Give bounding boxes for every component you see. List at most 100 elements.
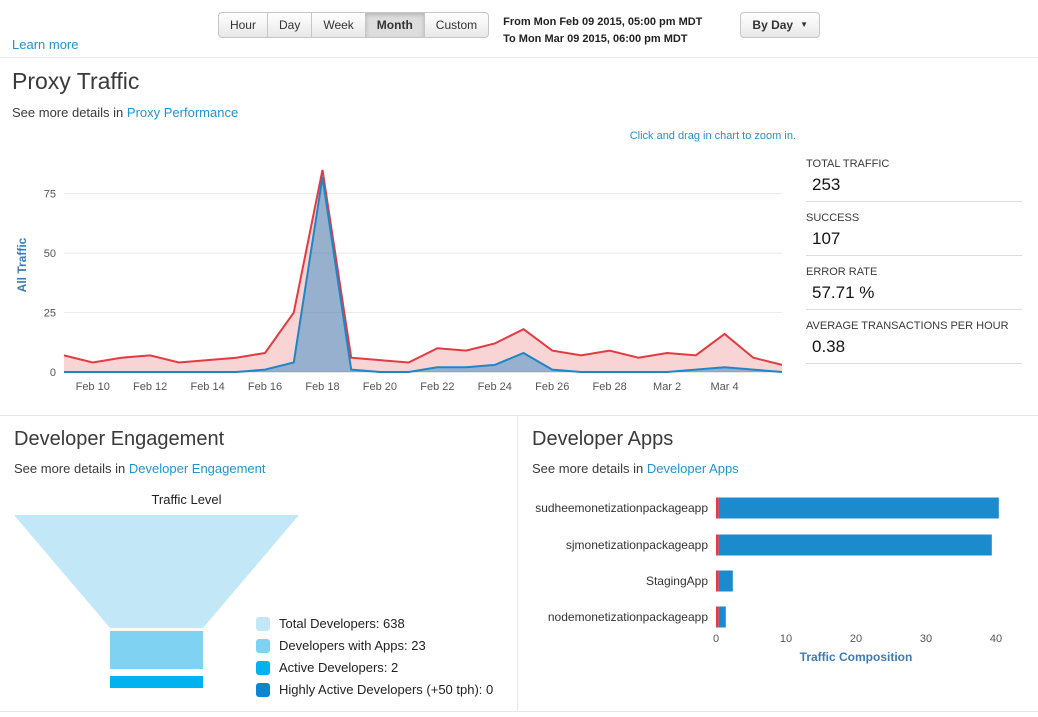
stat-label: SUCCESS: [806, 212, 1022, 224]
bar-error-segment: [716, 535, 719, 556]
range-hour-button[interactable]: Hour: [218, 12, 268, 38]
apps-bar-chart-wrap: sudheemonetizationpackageapp sjmonetizati…: [532, 490, 1024, 673]
legend-label: Total Developers: 638: [279, 616, 405, 631]
legend-swatch: [256, 661, 270, 675]
toolbar: Learn more Hour Day Week Month Custom Fr…: [0, 0, 1038, 58]
x-tick-label: Feb 22: [420, 381, 454, 393]
engagement-details-line: See more details in Developer Engagement: [14, 461, 503, 476]
legend-label: Developers with Apps: 23: [279, 638, 426, 653]
developer-apps-section: Developer Apps See more details in Devel…: [518, 416, 1038, 711]
developer-apps-link[interactable]: Developer Apps: [647, 461, 739, 476]
bar-success-segment: [719, 535, 992, 556]
stat-label: ERROR RATE: [806, 266, 1022, 278]
range-month-button[interactable]: Month: [365, 12, 425, 38]
x-tick-label: Feb 10: [76, 381, 110, 393]
y-tick-label: 25: [44, 308, 56, 320]
developer-engagement-title: Developer Engagement: [14, 428, 503, 451]
proxy-details-prefix: See more details in: [12, 105, 123, 120]
funnel-legend-item: Developers with Apps: 23: [256, 638, 493, 653]
series-area: [64, 170, 782, 372]
stat-error-rate: ERROR RATE 57.71 %: [806, 264, 1022, 310]
range-week-button[interactable]: Week: [311, 12, 365, 38]
dashboard-page: Learn more Hour Day Week Month Custom Fr…: [0, 0, 1038, 717]
bar-success-segment: [719, 571, 733, 592]
legend-swatch: [256, 683, 270, 697]
x-tick-label: Feb 14: [190, 381, 224, 393]
x-tick-label: Feb 20: [363, 381, 397, 393]
bar-error-segment: [716, 571, 719, 592]
funnel-legend: Total Developers: 638 Developers with App…: [256, 616, 493, 704]
developer-engagement-section: Developer Engagement See more details in…: [0, 416, 518, 711]
legend-swatch: [256, 617, 270, 631]
funnel-title: Traffic Level: [14, 492, 359, 507]
bar-success-segment: [719, 607, 726, 628]
range-custom-button[interactable]: Custom: [424, 12, 489, 38]
traffic-area-chart[interactable]: 0 25 50 75 Feb 10 Feb 12 Feb 14 Feb 16 Feb 18 Feb…: [12, 144, 796, 406]
date-from-text: From Mon Feb 09 2015, 05:00 pm MDT: [503, 14, 702, 31]
date-to-text: To Mon Mar 09 2015, 06:00 pm MDT: [503, 31, 702, 48]
funnel-legend-item: Highly Active Developers (+50 tph): 0: [256, 682, 493, 697]
y-tick-label: 50: [44, 248, 56, 260]
series-line: [64, 177, 782, 372]
x-tick-label: 0: [713, 633, 719, 645]
legend-label: Highly Active Developers (+50 tph): 0: [279, 682, 493, 697]
x-tick-label: Feb 24: [478, 381, 512, 393]
x-tick-label: Feb 28: [593, 381, 627, 393]
range-day-button[interactable]: Day: [267, 12, 312, 38]
funnel-legend-item: Active Developers: 2: [256, 660, 493, 675]
stat-label: AVERAGE TRANSACTIONS PER HOUR: [806, 320, 1022, 332]
funnel-segment-total: [14, 515, 299, 628]
stat-value: 253: [806, 175, 1022, 195]
x-tick-label: Feb 16: [248, 381, 282, 393]
bottom-sections: Developer Engagement See more details in…: [0, 416, 1038, 712]
x-tick-label: 30: [920, 633, 932, 645]
funnel-segment-with-apps: [110, 631, 203, 669]
apps-details-line: See more details in Developer Apps: [532, 461, 1024, 476]
x-tick-label: Feb 18: [305, 381, 339, 393]
stat-total-traffic: TOTAL TRAFFIC 253: [806, 156, 1022, 202]
group-by-dropdown[interactable]: By Day ▼: [740, 12, 820, 38]
zoom-hint-text: Click and drag in chart to zoom in.: [12, 130, 796, 142]
stat-success: SUCCESS 107: [806, 210, 1022, 256]
bar-category-label: sudheemonetizationpackageapp: [535, 501, 708, 515]
apps-bar-chart: sudheemonetizationpackageapp sjmonetizati…: [532, 490, 1024, 668]
stat-value: 57.71 %: [806, 283, 1022, 303]
developer-engagement-link[interactable]: Developer Engagement: [129, 461, 266, 476]
bar-category-label: StagingApp: [646, 574, 708, 588]
engagement-details-prefix: See more details in: [14, 461, 125, 476]
caret-down-icon: ▼: [800, 21, 808, 29]
bar-success-segment: [719, 498, 999, 519]
bar-error-segment: [716, 498, 719, 519]
y-tick-label: 0: [50, 367, 56, 379]
funnel-legend-item: Total Developers: 638: [256, 616, 493, 631]
proxy-details-line: See more details in Proxy Performance: [12, 105, 1026, 120]
legend-label: Active Developers: 2: [279, 660, 398, 675]
x-axis-title: Traffic Composition: [800, 650, 913, 664]
traffic-stats-panel: TOTAL TRAFFIC 253 SUCCESS 107 ERROR RATE…: [796, 156, 1026, 411]
proxy-performance-link[interactable]: Proxy Performance: [127, 105, 238, 120]
legend-swatch: [256, 639, 270, 653]
x-tick-label: 20: [850, 633, 862, 645]
y-axis-title: All Traffic: [15, 237, 29, 292]
traffic-chart-column: Click and drag in chart to zoom in. 0 25 5…: [12, 122, 796, 411]
developer-apps-title: Developer Apps: [532, 428, 1024, 451]
learn-more-link[interactable]: Learn more: [12, 37, 78, 52]
y-tick-label: 75: [44, 189, 56, 201]
date-range-text: From Mon Feb 09 2015, 05:00 pm MDT To Mo…: [503, 12, 702, 48]
x-tick-label: Feb 12: [133, 381, 167, 393]
bar-category-label: nodemonetizationpackageapp: [548, 610, 708, 624]
stat-value: 0.38: [806, 337, 1022, 357]
proxy-traffic-section: Proxy Traffic See more details in Proxy …: [0, 58, 1038, 416]
stat-value: 107: [806, 229, 1022, 249]
group-by-label: By Day: [752, 18, 793, 32]
x-tick-label: 10: [780, 633, 792, 645]
x-tick-label: Mar 4: [710, 381, 738, 393]
toolbar-controls: Hour Day Week Month Custom From Mon Feb …: [0, 0, 1038, 48]
funnel-segment-active: [110, 676, 203, 688]
x-tick-label: 40: [990, 633, 1002, 645]
bar-category-label: sjmonetizationpackageapp: [566, 538, 708, 552]
stat-label: TOTAL TRAFFIC: [806, 158, 1022, 170]
stat-avg-tph: AVERAGE TRANSACTIONS PER HOUR 0.38: [806, 318, 1022, 364]
time-range-button-group: Hour Day Week Month Custom: [218, 12, 489, 38]
x-tick-label: Feb 26: [535, 381, 569, 393]
